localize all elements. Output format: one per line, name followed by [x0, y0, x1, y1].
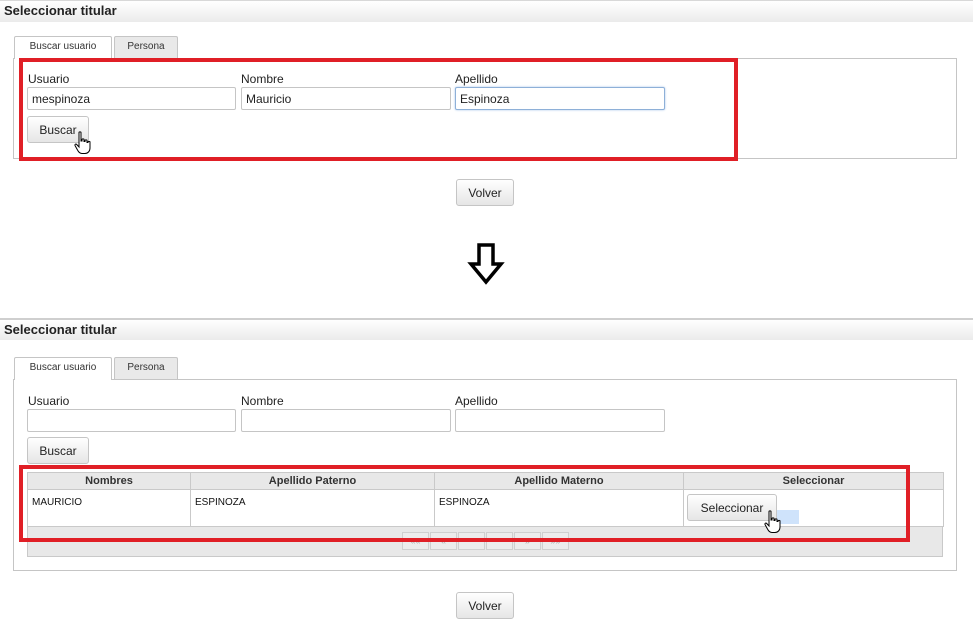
cell-nombres: MAURICIO: [27, 489, 191, 527]
results-table: Nombres Apellido Paterno Apellido Matern…: [27, 472, 944, 527]
header-seleccionar: Seleccionar: [683, 472, 944, 490]
page-title-bottom: Seleccionar titular: [0, 318, 973, 340]
header-apellido-materno: Apellido Materno: [434, 472, 684, 490]
down-arrow-icon: [467, 243, 505, 285]
pager-page[interactable]: [458, 532, 485, 550]
nombre-input[interactable]: [241, 87, 451, 110]
back-button-bottom[interactable]: Volver: [456, 592, 514, 619]
apellido-input[interactable]: [455, 87, 665, 110]
apellido-label-bottom: Apellido: [455, 394, 498, 408]
cell-apellido-materno: ESPINOZA: [434, 489, 684, 527]
cell-apellido-paterno: ESPINOZA: [190, 489, 435, 527]
usuario-input[interactable]: [27, 87, 236, 110]
page-title-top: Seleccionar titular: [0, 0, 973, 22]
usuario-input-bottom[interactable]: [27, 409, 236, 432]
nombre-label-bottom: Nombre: [241, 394, 284, 408]
pager-first[interactable]: ««: [402, 532, 429, 550]
pager-prev[interactable]: «: [430, 532, 457, 550]
pager-next[interactable]: »: [514, 532, 541, 550]
search-button-bottom[interactable]: Buscar: [27, 437, 89, 464]
pager-last[interactable]: »»: [542, 532, 569, 550]
tab-persona-bottom[interactable]: Persona: [114, 357, 178, 379]
nombre-label: Nombre: [241, 72, 284, 86]
apellido-label: Apellido: [455, 72, 498, 86]
pager-page-2[interactable]: [486, 532, 513, 550]
tab-persona[interactable]: Persona: [114, 36, 178, 58]
header-nombres: Nombres: [27, 472, 191, 490]
nombre-input-bottom[interactable]: [241, 409, 451, 432]
header-apellido-paterno: Apellido Paterno: [190, 472, 435, 490]
tab-buscar-usuario-bottom[interactable]: Buscar usuario: [14, 357, 112, 380]
back-button-top[interactable]: Volver: [456, 179, 514, 206]
usuario-label: Usuario: [28, 72, 70, 86]
apellido-input-bottom[interactable]: [455, 409, 665, 432]
table-row: MAURICIO ESPINOZA ESPINOZA: [27, 489, 944, 527]
hand-pointer-icon: [74, 131, 91, 154]
table-header-row: Nombres Apellido Paterno Apellido Matern…: [27, 472, 944, 490]
hand-pointer-icon-2: [764, 510, 781, 533]
pager-bar: «« « » »»: [27, 527, 943, 557]
usuario-label-bottom: Usuario: [28, 394, 70, 408]
tab-buscar-usuario[interactable]: Buscar usuario: [14, 36, 112, 59]
